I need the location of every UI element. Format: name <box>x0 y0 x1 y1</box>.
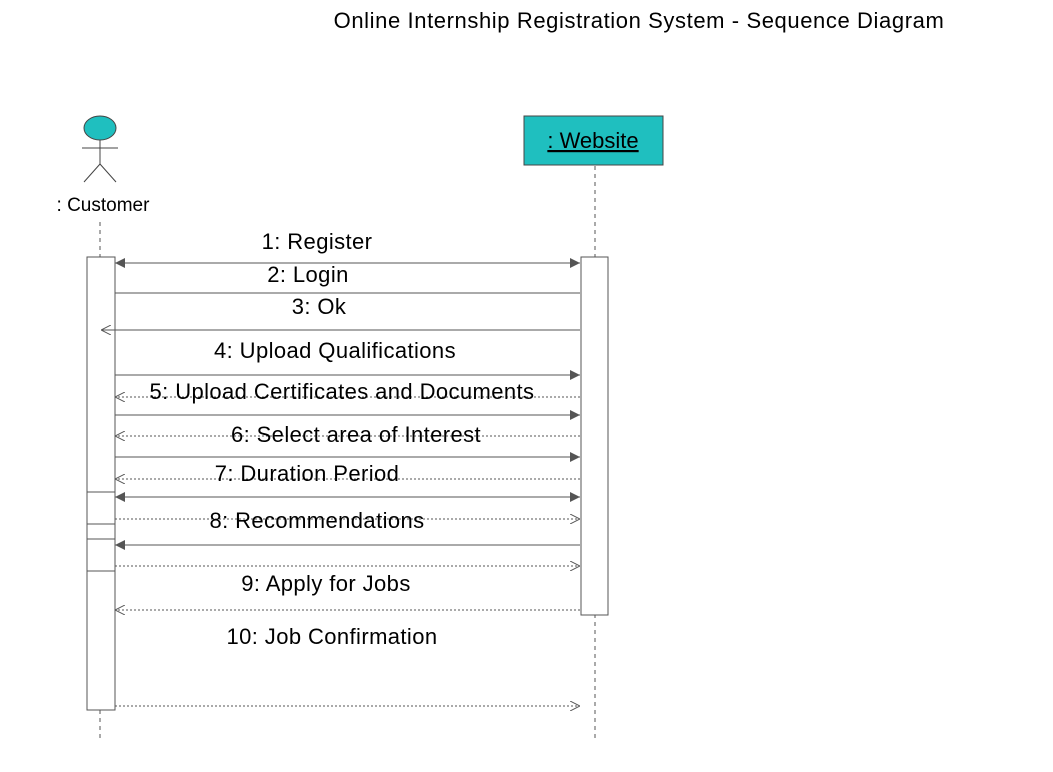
customer-activation-bar <box>86 256 116 711</box>
actor-head <box>83 115 117 141</box>
customer-actor <box>82 115 118 183</box>
message-label-10: 10: Job Confirmation <box>227 624 438 649</box>
actor-left-leg <box>83 163 101 183</box>
actor-right-leg <box>99 163 117 183</box>
message-label-7: 7: Duration Period <box>215 461 400 486</box>
customer-label: : Customer <box>57 195 151 216</box>
website-activation-bar <box>580 256 609 616</box>
message-labels: 1: Register 2: Login 3: Ok 4: Upload Qua… <box>150 229 535 649</box>
message-label-8: 8: Recommendations <box>209 508 424 533</box>
message-label-5: 5: Upload Certificates and Documents <box>150 379 535 404</box>
message-label-3: 3: Ok <box>292 294 347 319</box>
message-label-4: 4: Upload Qualifications <box>214 338 456 363</box>
message-label-2: 2: Login <box>267 262 349 287</box>
sequence-diagram: Online Internship Registration System - … <box>57 8 945 742</box>
customer-nested-activation-1 <box>86 491 116 525</box>
message-label-1: 1: Register <box>262 229 373 254</box>
message-label-9: 9: Apply for Jobs <box>241 571 410 596</box>
message-label-6: 6: Select area of Interest <box>231 422 481 447</box>
diagram-title: Online Internship Registration System - … <box>334 8 945 33</box>
website-label: : Website <box>547 128 638 153</box>
customer-nested-activation-2 <box>86 538 116 572</box>
